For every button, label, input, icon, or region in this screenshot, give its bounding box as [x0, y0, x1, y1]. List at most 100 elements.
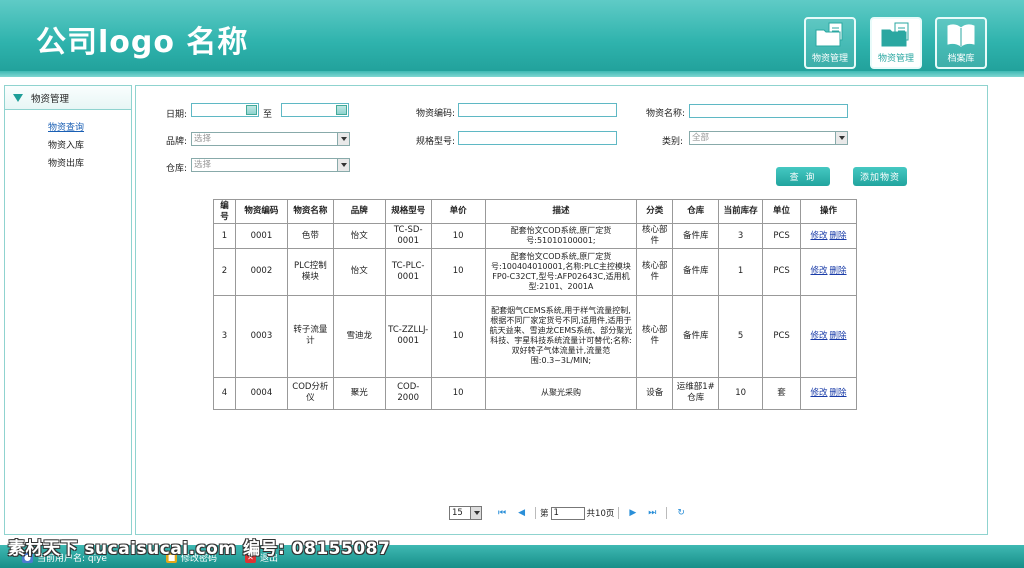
table-actions-cell: 修改 删除	[800, 376, 857, 410]
open-book-icon	[947, 24, 975, 47]
table-cell: 备件库	[672, 294, 720, 378]
page-size-select[interactable]: 15	[449, 506, 482, 520]
triangle-down-icon	[13, 93, 23, 102]
table-header-cell: 当前库存	[718, 198, 764, 225]
top-nav-materials-button-1[interactable]: 物资管理	[804, 17, 856, 69]
delete-link[interactable]: 删除	[830, 266, 847, 276]
chevron-down-icon[interactable]	[835, 132, 847, 144]
table-cell: 雪迪龙	[332, 294, 386, 378]
table-cell: 0001	[234, 223, 288, 249]
chevron-down-icon[interactable]	[337, 133, 349, 145]
name-input[interactable]	[689, 104, 848, 118]
table-header-cell: 物资编码	[234, 198, 288, 225]
warehouse-select[interactable]: 选择	[191, 158, 350, 172]
main-panel: 日期: 至 物资编码: 物资名称: 品牌: 选择 规格型号: 类别: 全部 仓库…	[135, 85, 988, 535]
add-material-button[interactable]: 添加物资	[853, 167, 907, 186]
spec-input[interactable]	[458, 131, 617, 145]
table-row: 1 0001 色带 怡文 TC-SD-0001 10 配套怡文COD系统,原厂定货号:510…	[213, 223, 857, 249]
pagination: 15 ⏮ ◀ 第 1 共10页 ▶ ⏭ ↻	[449, 505, 691, 521]
table-cell: 10	[430, 376, 486, 410]
code-input[interactable]	[458, 103, 617, 117]
delete-link[interactable]: 删除	[830, 231, 847, 241]
table-actions-cell: 修改 删除	[800, 294, 857, 378]
table-header-cell: 描述	[484, 198, 638, 225]
watermark: 素材天下 sucaisucai.com 编号: 08155087	[8, 539, 391, 559]
spec-label: 规格型号:	[416, 137, 456, 147]
top-nav-archive-button[interactable]: 档案库	[935, 17, 987, 69]
table-cell: 核心部件	[636, 247, 674, 296]
table-cell: COD分析仪	[286, 376, 334, 410]
brand-label: 品牌:	[166, 137, 188, 147]
delete-link[interactable]: 删除	[830, 388, 847, 398]
date-label: 日期:	[166, 110, 188, 120]
category-select[interactable]: 全部	[689, 131, 848, 145]
page-total: 共10页	[586, 509, 615, 519]
warehouse-label: 仓库:	[166, 164, 188, 174]
page-number-input[interactable]: 1	[550, 506, 585, 520]
table-header-row: 编号 物资编码 物资名称 品牌 规格型号 单价 描述 分类 仓库 当前库存 单位 操作	[213, 198, 857, 225]
edit-link[interactable]: 修改	[811, 231, 828, 241]
prev-page-icon[interactable]: ◀	[518, 508, 525, 518]
table-header-cell: 物资名称	[286, 198, 334, 225]
sidebar-item-inbound[interactable]: 物资入库	[48, 137, 131, 155]
table-cell: 10	[430, 223, 486, 249]
last-page-icon[interactable]: ⏭	[648, 508, 656, 518]
refresh-icon[interactable]: ↻	[677, 508, 685, 518]
table-cell: 从聚光采购	[484, 376, 638, 410]
table-header-cell: 单位	[762, 198, 802, 225]
table-cell: 0004	[234, 376, 288, 410]
page-size-value: 15	[452, 508, 463, 518]
table-header-cell: 单价	[430, 198, 486, 225]
table-cell: 3	[718, 223, 764, 249]
sidebar-title: 物资管理	[31, 93, 70, 105]
sidebar-list: 物资查询 物资入库 物资出库	[5, 110, 131, 173]
table-cell: 设备	[636, 376, 674, 410]
table-cell: TC-PLC-0001	[384, 247, 432, 296]
table-cell: 核心部件	[636, 223, 674, 249]
table-row: 4 0004 COD分析仪 聚光 COD-2000 10 从聚光采购 设备 运维部1#仓库 10 套…	[213, 376, 857, 410]
edit-link[interactable]: 修改	[811, 388, 828, 398]
chevron-down-icon[interactable]	[470, 507, 481, 519]
date-start-input[interactable]	[191, 103, 259, 117]
pager-divider	[535, 507, 537, 519]
chevron-down-icon[interactable]	[337, 159, 349, 171]
query-button[interactable]: 查 询	[776, 167, 830, 186]
table-cell: 0002	[234, 247, 288, 296]
materials-table: 编号 物资编码 物资名称 品牌 规格型号 单价 描述 分类 仓库 当前库存 单位 操作 1 0001 色带…	[213, 198, 857, 410]
category-label: 类别:	[662, 137, 684, 147]
table-row: 3 0003 转子流量计 雪迪龙 TC-ZZLLJ-0001 10 配套烟气CEMS系统,用…	[213, 294, 857, 378]
next-page-icon[interactable]: ▶	[629, 508, 636, 518]
company-logo: 公司logo 名称	[36, 25, 249, 60]
category-select-value: 全部	[692, 133, 710, 143]
table-cell: 运维部1#仓库	[672, 376, 720, 410]
edit-link[interactable]: 修改	[811, 266, 828, 276]
edit-link[interactable]: 修改	[811, 331, 828, 341]
table-cell: 核心部件	[636, 294, 674, 378]
table-header-cell: 品牌	[332, 198, 386, 225]
table-header-cell: 编号	[213, 198, 236, 225]
warehouse-select-value: 选择	[194, 160, 212, 170]
sidebar-item-query[interactable]: 物资查询	[48, 119, 131, 137]
brand-select[interactable]: 选择	[191, 132, 350, 146]
table-cell: 色带	[286, 223, 334, 249]
table-cell: 2	[213, 247, 236, 296]
first-page-icon[interactable]: ⏮	[498, 508, 506, 518]
code-label: 物资编码:	[416, 109, 456, 119]
brand-select-value: 选择	[194, 134, 212, 144]
delete-link[interactable]: 删除	[830, 331, 847, 341]
calendar-icon[interactable]	[336, 105, 347, 115]
table-cell: TC-ZZLLJ-0001	[384, 294, 432, 378]
table-cell: 10	[430, 294, 486, 378]
sidebar-header[interactable]: 物资管理	[5, 86, 131, 110]
table-cell: PCS	[762, 247, 802, 296]
table-header-cell: 仓库	[672, 198, 720, 225]
sidebar: 物资管理 物资查询 物资入库 物资出库	[4, 85, 132, 535]
table-cell: 1	[718, 247, 764, 296]
table-cell: TC-SD-0001	[384, 223, 432, 249]
date-end-input[interactable]	[281, 103, 349, 117]
top-nav-materials-button-2[interactable]: 物资管理	[870, 17, 922, 69]
table-actions-cell: 修改 删除	[800, 247, 857, 296]
sidebar-item-outbound[interactable]: 物资出库	[48, 155, 131, 173]
table-cell: 5	[718, 294, 764, 378]
calendar-icon[interactable]	[246, 105, 257, 115]
